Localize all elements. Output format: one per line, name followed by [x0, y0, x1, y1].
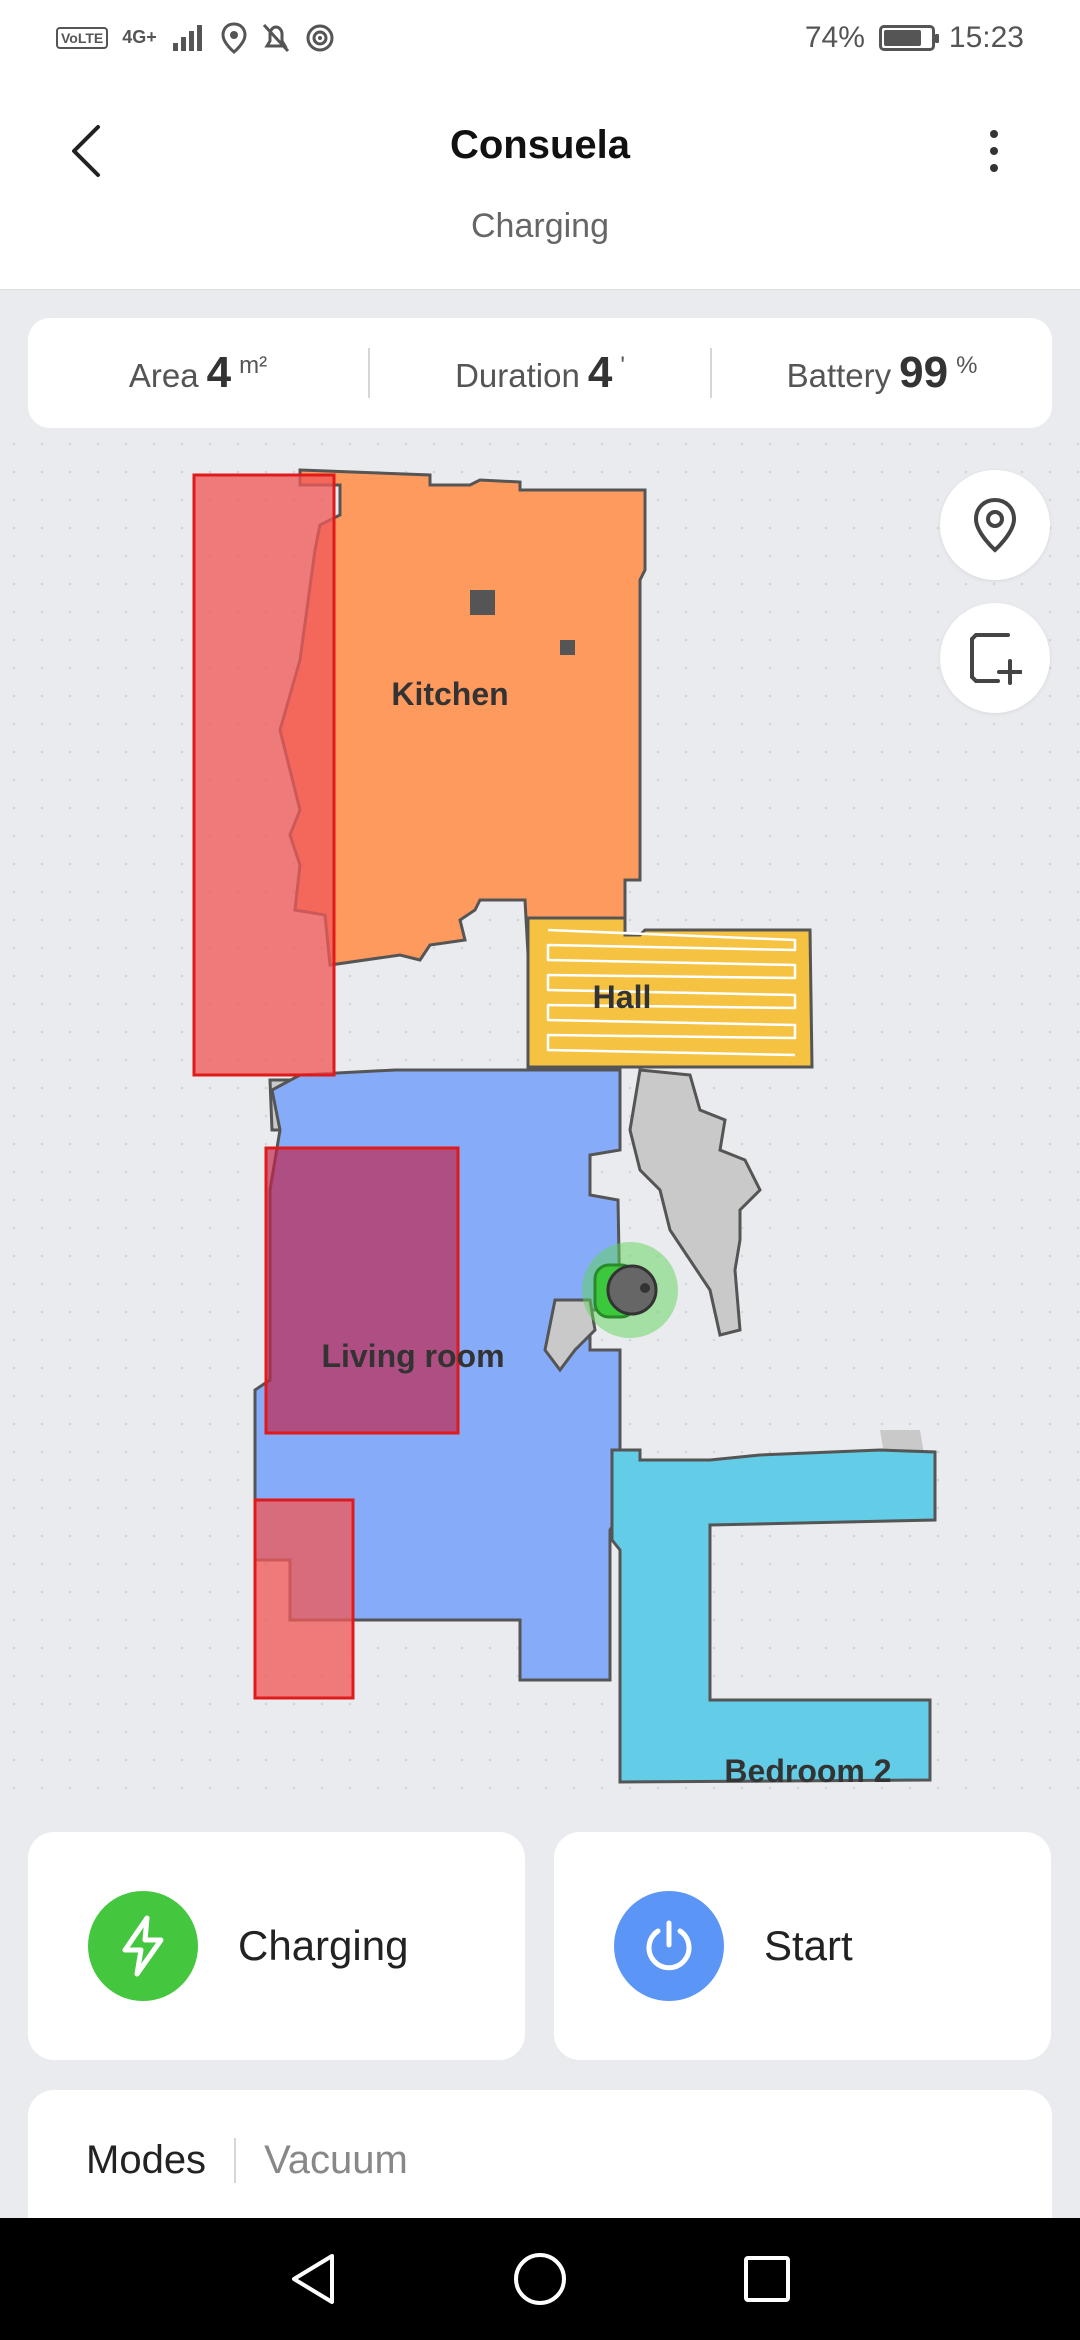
stat-battery-unit: %	[956, 352, 978, 379]
no-go-zone-2[interactable]	[264, 1146, 460, 1435]
stat-duration-unit: '	[620, 352, 625, 379]
location-icon	[221, 21, 247, 54]
map-canvas[interactable]: Kitchen Hall Living room Bedroom 2	[0, 430, 1080, 1810]
more-dot-icon	[990, 147, 998, 155]
stat-duration: Duration 4 '	[368, 348, 710, 398]
start-label: Start	[764, 1922, 853, 1969]
stat-battery: Battery 99 %	[710, 348, 1052, 398]
stat-battery-label: Battery	[786, 357, 892, 394]
stat-battery-value: 99	[899, 348, 949, 397]
modes-label: Modes	[86, 2137, 237, 2183]
power-icon	[646, 1920, 692, 1971]
room-label-hall: Hall	[593, 979, 652, 1015]
status-left: VoLTE 4G+	[56, 21, 335, 54]
device-status: Charging	[471, 207, 609, 245]
stat-duration-label: Duration	[455, 357, 580, 394]
more-options-button[interactable]	[964, 121, 1024, 181]
room-hall[interactable]	[526, 916, 814, 1069]
signal-icon	[172, 24, 202, 51]
clock: 15:23	[948, 20, 1024, 54]
stat-area-unit: m²	[239, 352, 268, 379]
status-right: 74% 15:23	[805, 21, 1024, 55]
no-go-zone-1[interactable]	[192, 473, 336, 1077]
stat-area: Area 4 m²	[28, 348, 368, 398]
room-label-kitchen: Kitchen	[391, 676, 508, 712]
volte-icon: VoLTE	[56, 26, 109, 49]
more-dot-icon	[990, 130, 998, 138]
stat-area-value: 4	[206, 348, 232, 397]
modes-value: Vacuum	[264, 2137, 408, 2182]
status-bar: VoLTE 4G+ 74% 15:23	[0, 0, 1080, 75]
room-label-bedroom-2: Bedroom 2	[724, 1753, 891, 1789]
stat-area-label: Area	[128, 357, 199, 394]
charging-card[interactable]: Charging	[28, 1832, 525, 2060]
cleaning-stats: Area 4 m² Duration 4 ' Battery 99 %	[28, 318, 1052, 428]
add-zone-icon	[970, 633, 1022, 685]
nav-home-button[interactable]	[500, 2239, 580, 2319]
battery-icon	[878, 24, 939, 51]
cleaning-map[interactable]: Kitchen Hall Living room Bedroom 2	[0, 430, 1080, 1810]
start-button[interactable]: Start	[554, 1832, 1051, 2060]
page-title: Consuela	[449, 123, 631, 167]
hotspot-icon	[306, 24, 334, 51]
square-recents-icon	[743, 2256, 790, 2302]
add-zone-button[interactable]	[940, 603, 1050, 713]
charging-label: Charging	[238, 1922, 409, 1969]
charging-icon-circle	[88, 1891, 198, 2001]
robot-marker[interactable]	[582, 1242, 678, 1338]
start-icon-circle	[614, 1891, 724, 2001]
lightning-icon	[122, 1915, 164, 1977]
more-dot-icon	[990, 164, 998, 172]
triangle-back-icon	[292, 2254, 335, 2304]
nav-recents-button[interactable]	[727, 2239, 807, 2319]
no-go-zone-3[interactable]	[253, 1498, 355, 1700]
system-nav-bar	[0, 2218, 1080, 2340]
room-label-living-room: Living room	[321, 1338, 504, 1374]
modes-card[interactable]: Modes Vacuum	[28, 2090, 1052, 2230]
map-pin-icon	[973, 497, 1017, 553]
circle-home-icon	[513, 2253, 566, 2305]
battery-percent: 74%	[804, 20, 865, 54]
stat-duration-value: 4	[587, 348, 613, 397]
nav-back-button[interactable]	[273, 2239, 353, 2319]
network-type: 4G+	[122, 27, 157, 47]
header: Consuela Charging	[0, 75, 1080, 290]
locate-robot-button[interactable]	[940, 470, 1050, 580]
mute-bell-icon	[262, 23, 289, 52]
